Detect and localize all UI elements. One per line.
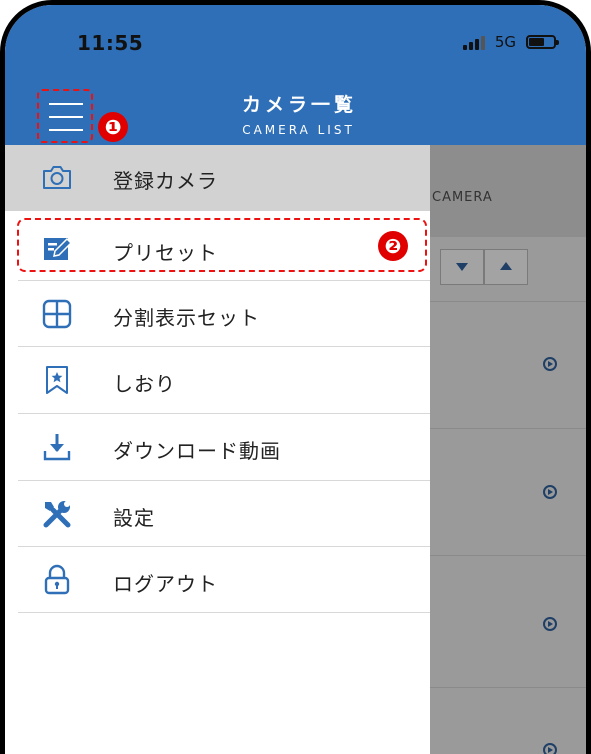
menu-item-bookmarks[interactable]: しおり [5, 348, 430, 414]
network-type: 5G [494, 33, 516, 51]
annotation-badge-2: ❷ [378, 231, 408, 261]
menu-item-label: ログアウト [113, 572, 218, 596]
menu-item-label: ダウンロード動画 [113, 439, 281, 463]
sort-down-button[interactable] [440, 249, 484, 285]
triangle-up-icon [500, 262, 512, 270]
menu-item-split-view[interactable]: 分割表示セット [5, 282, 430, 348]
menu-divider [18, 612, 430, 613]
row-divider [430, 687, 586, 688]
menu-item-logout[interactable]: ログアウト [5, 548, 430, 614]
sort-up-button[interactable] [484, 249, 528, 285]
camera-icon [43, 166, 71, 189]
row-divider [430, 428, 586, 429]
menu-item-label: 登録カメラ [113, 169, 218, 193]
menu-divider [18, 546, 430, 547]
column-label: CAMERA [432, 190, 493, 205]
battery-icon [526, 35, 559, 49]
arrow-circle-icon[interactable] [543, 485, 557, 499]
arrow-circle-icon[interactable] [543, 617, 557, 631]
arrow-circle-icon[interactable] [543, 743, 557, 754]
tools-icon [43, 501, 71, 528]
sort-controls [440, 249, 528, 285]
arrow-circle-icon[interactable] [543, 357, 557, 371]
bookmark-star-icon [46, 366, 68, 394]
row-divider [430, 301, 586, 302]
menu-item-registered-cameras[interactable]: 登録カメラ [5, 145, 430, 211]
status-time: 11:55 [77, 31, 144, 55]
page-subtitle: CAMERA LIST [242, 123, 355, 137]
triangle-down-icon [456, 263, 468, 271]
menu-item-label: 分割表示セット [113, 306, 260, 330]
menu-item-settings[interactable]: 設定 [5, 482, 430, 548]
camera-list-background: CAMERA [430, 145, 586, 754]
column-header: CAMERA [430, 145, 586, 237]
menu-item-label: しおり [113, 372, 176, 396]
download-icon [43, 434, 71, 461]
menu-item-downloads[interactable]: ダウンロード動画 [5, 415, 430, 481]
menu-divider [18, 280, 430, 281]
grid-split-icon [42, 299, 72, 329]
preset-highlight-box [17, 218, 427, 272]
status-icons: 5G [462, 33, 559, 51]
row-divider [430, 555, 586, 556]
menu-divider [18, 346, 430, 347]
page-title: カメラ一覧 [241, 94, 357, 116]
lock-icon [44, 564, 70, 595]
menu-item-label: 設定 [113, 506, 155, 530]
menu-divider [18, 480, 430, 481]
menu-divider [18, 413, 430, 414]
app-header: 11:55 5G ❶ カメラ一覧 CAMERA LIST [5, 5, 586, 145]
phone-frame: 11:55 5G ❶ カメラ一覧 CAMERA LIST CAMERA 登録カメ… [0, 0, 591, 754]
signal-icon [462, 34, 485, 50]
